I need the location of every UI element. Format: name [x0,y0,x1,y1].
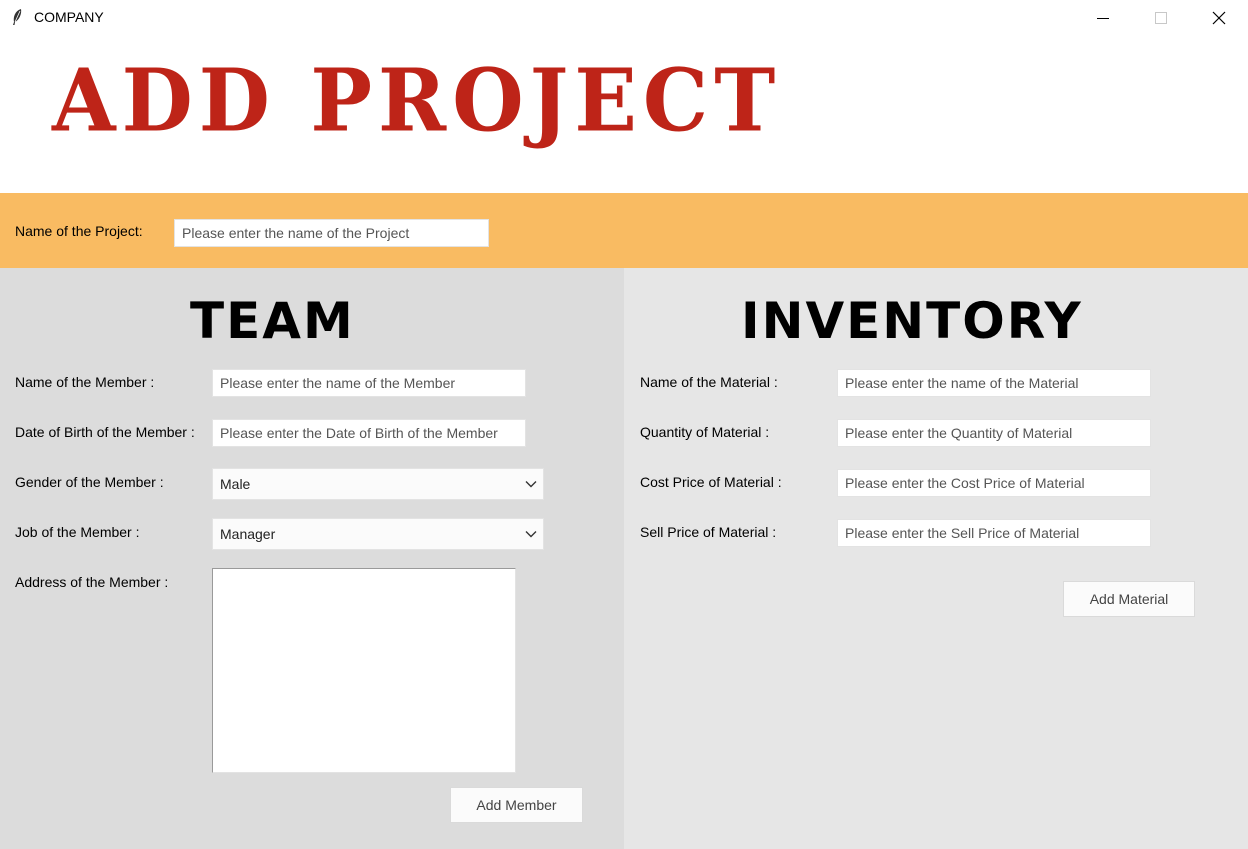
member-dob-label: Date of Birth of the Member : [15,424,195,440]
window-title: COMPANY [34,9,104,25]
minimize-button[interactable] [1074,0,1132,35]
feather-icon [11,8,23,26]
chevron-down-icon[interactable] [520,470,542,498]
add-material-button[interactable]: Add Material [1063,581,1195,617]
project-bar: Name of the Project: Please enter the na… [0,193,1248,268]
material-name-label: Name of the Material : [640,374,778,390]
page-title: ADD PROJECT [52,50,782,152]
close-icon [1212,11,1226,24]
minimize-icon [1097,17,1109,19]
close-button[interactable] [1190,0,1248,35]
material-name-input[interactable]: Please enter the name of the Material [837,369,1151,397]
member-gender-value: Male [220,476,251,492]
maximize-icon [1155,11,1167,24]
material-quantity-input[interactable]: Please enter the Quantity of Material [837,419,1151,447]
team-title: TEAM [190,292,355,350]
member-address-label: Address of the Member : [15,574,169,590]
member-address-textarea[interactable] [212,568,516,773]
member-dob-input[interactable]: Please enter the Date of Birth of the Me… [212,419,526,447]
material-sell-input[interactable]: Please enter the Sell Price of Material [837,519,1151,547]
member-name-input[interactable]: Please enter the name of the Member [212,369,526,397]
material-sell-label: Sell Price of Material : [640,524,777,540]
maximize-button[interactable] [1132,0,1190,35]
material-cost-label: Cost Price of Material : [640,474,782,490]
chevron-down-icon[interactable] [520,520,542,548]
add-member-button[interactable]: Add Member [450,787,583,823]
member-job-select[interactable]: Manager [212,518,544,550]
window-titlebar: COMPANY [0,0,1248,35]
project-name-label: Name of the Project: [15,223,143,239]
material-cost-input[interactable]: Please enter the Cost Price of Material [837,469,1151,497]
material-quantity-label: Quantity of Material : [640,424,770,440]
inventory-panel: INVENTORY Name of the Material : Please … [624,268,1248,849]
member-job-value: Manager [220,526,276,542]
inventory-title: INVENTORY [741,292,1083,350]
member-name-label: Name of the Member : [15,374,155,390]
project-name-input[interactable]: Please enter the name of the Project [174,219,489,247]
member-gender-select[interactable]: Male [212,468,544,500]
team-panel: TEAM Name of the Member : Please enter t… [0,268,624,849]
member-gender-label: Gender of the Member : [15,474,164,490]
member-job-label: Job of the Member : [15,524,140,540]
